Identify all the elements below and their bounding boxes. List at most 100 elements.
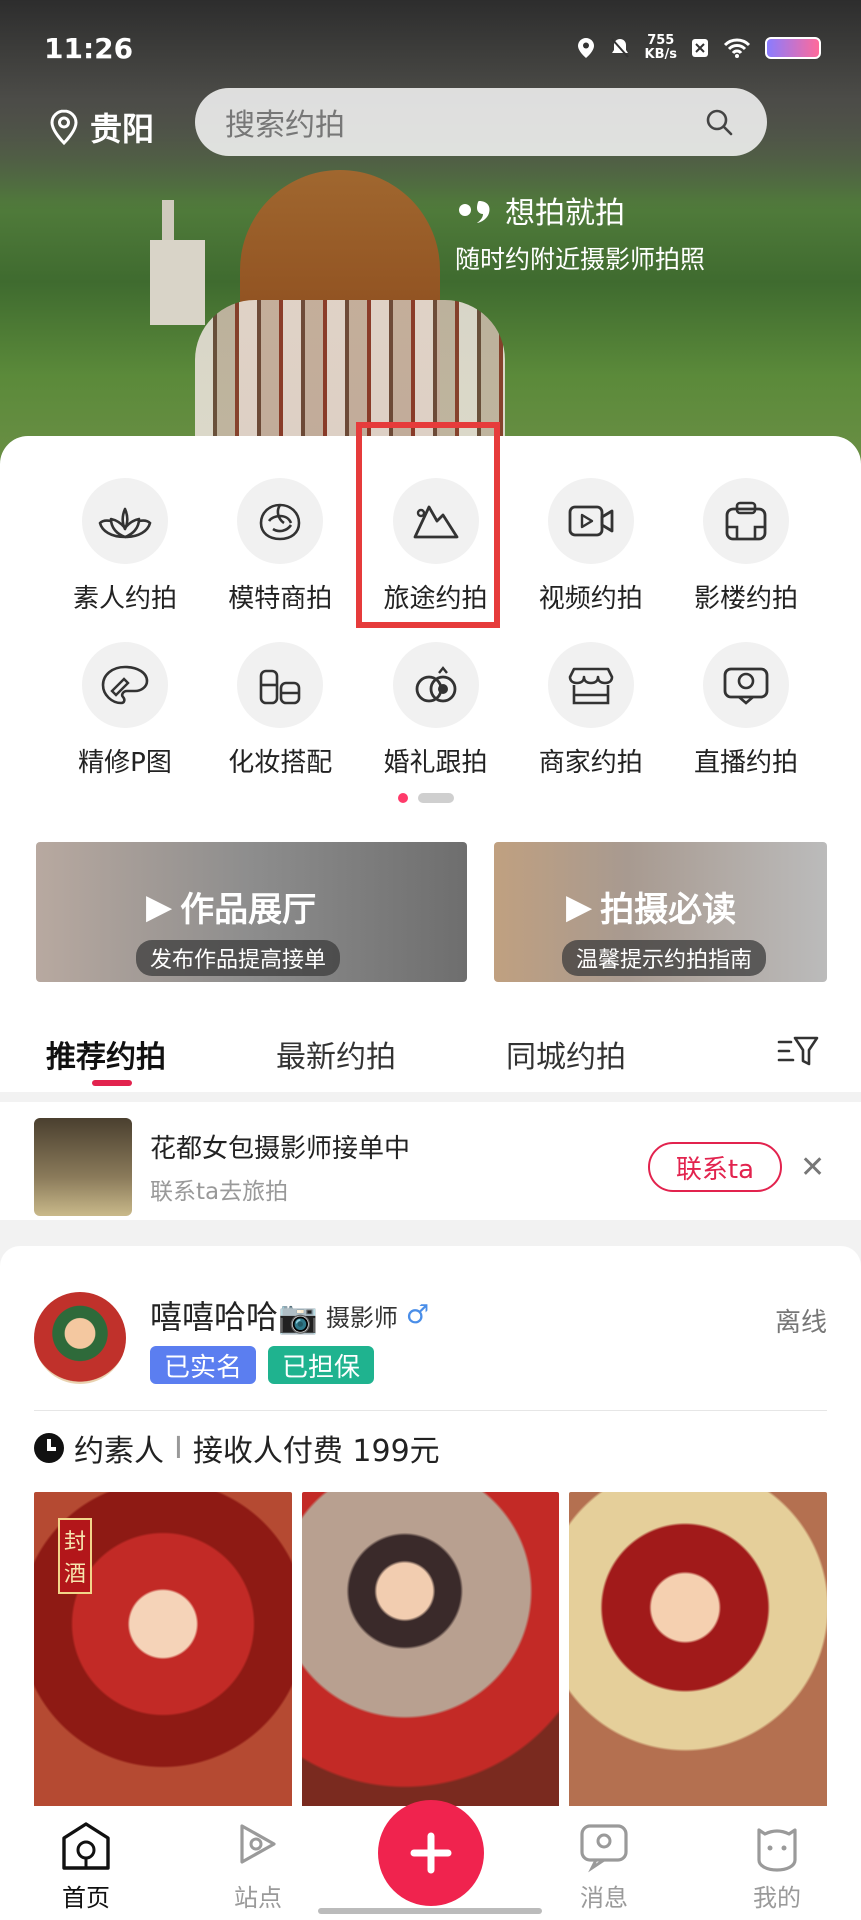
play-arrow-icon: ▶	[146, 886, 173, 927]
location-label: 贵阳	[90, 110, 155, 148]
play-arrow-icon: ▶	[566, 886, 593, 927]
filter-icon[interactable]	[777, 1034, 819, 1068]
post-photos: 封酒	[34, 1492, 828, 1822]
search-input[interactable]: 搜索约拍	[195, 88, 767, 156]
network-speed: 755 KB/s	[644, 33, 677, 62]
category-suren[interactable]: 素人约拍	[50, 478, 200, 615]
location-status-icon	[577, 38, 594, 58]
palette-icon	[101, 665, 149, 705]
bottom-nav: 首页 站点 消息 我的	[0, 1800, 861, 1920]
badges: 已实名 已担保	[150, 1346, 375, 1384]
category-makeup[interactable]: 化妆搭配	[205, 642, 355, 779]
banner-gallery[interactable]: ▶ 作品展厅 发布作品提高接单	[36, 842, 467, 982]
add-post-button[interactable]	[378, 1800, 484, 1906]
post-photo[interactable]	[301, 1492, 560, 1822]
category-label: 影楼约拍	[693, 584, 798, 614]
site-icon	[240, 1824, 276, 1864]
category-retouch[interactable]: 精修P图	[50, 642, 200, 779]
male-gender-icon: ♂	[405, 1300, 430, 1330]
category-wedding[interactable]: 婚礼跟拍	[361, 642, 511, 779]
makeup-icon	[259, 669, 301, 705]
nav-site[interactable]: 站点	[198, 1820, 318, 1913]
post-type: 约素人	[74, 1434, 164, 1469]
search-icon[interactable]	[703, 106, 735, 138]
status-time: 11:26	[44, 32, 134, 65]
user-name-row: 嘻嘻哈哈📷 摄影师 ♂	[150, 1292, 429, 1338]
nav-label: 首页	[62, 1884, 110, 1912]
page-dot-active	[398, 793, 408, 803]
post-photo[interactable]: 封酒	[34, 1492, 292, 1822]
promo-banners: ▶ 作品展厅 发布作品提高接单 ▶ 拍摄必读 温馨提示约拍指南	[0, 826, 861, 1006]
wifi-icon	[723, 38, 751, 58]
banner-subtitle: 温馨提示约拍指南	[562, 940, 767, 976]
photographer-notice[interactable]: 花都女包摄影师接单中 联系ta去旅拍 联系ta ✕	[0, 1102, 861, 1220]
plus-icon	[410, 1832, 452, 1874]
battery-icon	[765, 37, 821, 59]
post-card[interactable]: 嘻嘻哈哈📷 摄影师 ♂ 已实名 已担保 离线 约素人 I 接收人付费 199元 …	[0, 1246, 861, 1822]
post-photo[interactable]	[569, 1492, 828, 1822]
banner-title: ▶ 作品展厅	[146, 886, 317, 931]
category-label: 化妆搭配	[228, 748, 333, 778]
nav-label: 消息	[580, 1884, 628, 1912]
category-label: 商家约拍	[538, 748, 643, 778]
shop-icon	[568, 667, 614, 705]
nav-label: 站点	[234, 1884, 282, 1912]
top-bar: 贵阳 搜索约拍	[0, 88, 861, 164]
category-model[interactable]: 模特商拍	[205, 478, 355, 615]
online-status: 离线	[774, 1308, 827, 1338]
notice-subtitle: 联系ta去旅拍	[150, 1179, 289, 1205]
category-row-2: 精修P图 化妆搭配 婚礼跟拍 商家约拍 直播约拍	[0, 642, 861, 779]
page-dot	[418, 793, 454, 803]
sim-icon	[692, 39, 708, 57]
avatar[interactable]	[34, 1292, 126, 1384]
studio-icon	[725, 501, 767, 541]
rose-icon	[259, 503, 301, 541]
active-tab-indicator	[92, 1080, 132, 1086]
message-icon	[580, 1824, 628, 1873]
contact-button[interactable]: 联系ta	[648, 1142, 782, 1192]
category-label: 精修P图	[78, 748, 172, 778]
lotus-icon	[98, 507, 152, 539]
live-icon	[723, 667, 769, 705]
tab-local[interactable]: 同城约拍	[506, 1032, 626, 1076]
clock-icon	[34, 1433, 64, 1463]
category-label: 素人约拍	[72, 584, 177, 614]
page-indicator	[398, 793, 454, 803]
divider	[34, 1410, 827, 1411]
notice-thumbnail	[34, 1118, 132, 1216]
post-price: 接收人付费 199元	[192, 1434, 440, 1469]
tab-latest[interactable]: 最新约拍	[276, 1032, 396, 1076]
nav-messages[interactable]: 消息	[544, 1820, 664, 1913]
tab-recommended[interactable]: 推荐约拍	[46, 1032, 166, 1076]
banner-title: ▶ 拍摄必读	[566, 886, 737, 931]
video-icon	[568, 505, 614, 537]
close-icon[interactable]: ✕	[800, 1150, 825, 1185]
verified-badge: 已实名	[150, 1346, 257, 1384]
nav-home[interactable]: 首页	[26, 1820, 146, 1913]
nav-me[interactable]: 我的	[717, 1820, 837, 1913]
category-label: 视频约拍	[538, 584, 643, 614]
slogan-title: 想拍就拍	[505, 196, 625, 231]
feed-tabs: 推荐约拍 最新约拍 同城约拍	[0, 1006, 861, 1092]
category-live[interactable]: 直播约拍	[671, 642, 821, 779]
status-bar: 11:26 755 KB/s	[0, 0, 861, 100]
category-label: 直播约拍	[693, 748, 798, 778]
hero-slogan: 想拍就拍 随时约附近摄影师拍照	[455, 188, 705, 276]
category-video[interactable]: 视频约拍	[516, 478, 666, 615]
location-selector[interactable]: 贵阳	[48, 104, 154, 150]
home-indicator	[318, 1908, 542, 1914]
category-studio[interactable]: 影楼约拍	[671, 478, 821, 615]
search-placeholder: 搜索约拍	[225, 108, 345, 143]
banner-guide[interactable]: ▶ 拍摄必读 温馨提示约拍指南	[494, 842, 827, 982]
category-merchant[interactable]: 商家约拍	[516, 642, 666, 779]
separator: I	[174, 1430, 183, 1466]
category-label: 婚礼跟拍	[383, 748, 488, 778]
location-pin-icon	[50, 109, 78, 145]
guaranteed-badge: 已担保	[268, 1346, 375, 1384]
banner-subtitle: 发布作品提高接单	[136, 940, 341, 976]
status-icons: 755 KB/s	[577, 34, 821, 62]
slogan-subtitle: 随时约附近摄影师拍照	[455, 245, 706, 274]
post-meta: 约素人 I 接收人付费 199元	[34, 1426, 440, 1470]
photo-tag: 封酒	[58, 1518, 92, 1594]
quote-icon	[459, 201, 490, 223]
